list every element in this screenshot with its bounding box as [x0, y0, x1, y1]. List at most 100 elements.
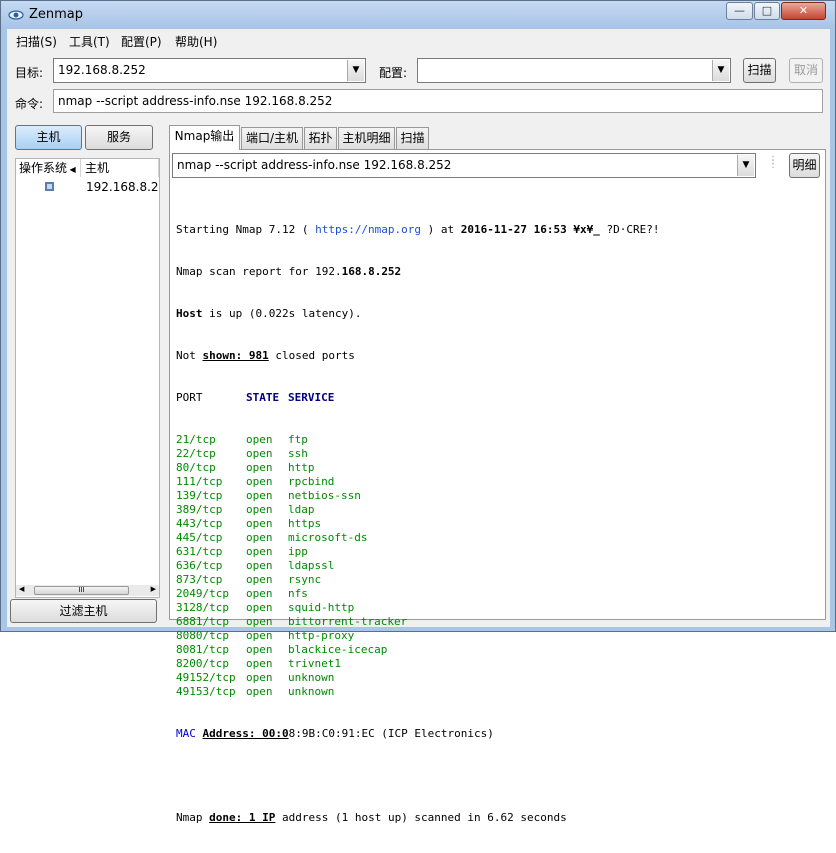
scan-button[interactable]: 扫描 — [743, 58, 776, 83]
port-row: 2049/tcp open nfs — [176, 587, 821, 601]
output-text: Nmap scan report for 192. — [176, 265, 342, 278]
output-text: is up (0.022s latency). — [202, 307, 362, 320]
output-done: done: 1 IP — [209, 811, 276, 824]
port-state: open — [246, 601, 273, 614]
output-shown: shown: 981 — [202, 349, 269, 362]
port-service: squid-http — [288, 601, 355, 614]
scroll-right-icon[interactable]: ▶ — [151, 585, 156, 593]
minimize-button[interactable]: — — [726, 2, 753, 20]
port-list: 21/tcp open ftp 22/tcp open ssh 80/tcp open http… — [176, 433, 821, 699]
port-number: 3128/tcp — [176, 601, 229, 614]
port-row: 8081/tcp open blackice-icecap — [176, 643, 821, 657]
column-os[interactable]: 操作系统 ◀ — [16, 159, 81, 177]
port-state: open — [246, 615, 273, 628]
menu-scan[interactable]: 扫描(S) — [16, 33, 57, 50]
port-row: 389/tcp open ldap — [176, 503, 821, 517]
tab-scans[interactable]: 扫描 — [396, 127, 429, 149]
output-text: Not — [176, 349, 203, 362]
host-row[interactable]: 192.168.8.252 — [16, 178, 159, 196]
tab-ports-hosts[interactable]: 端口/主机 — [241, 127, 303, 149]
client-area: 扫描(S) 工具(T) 配置(P) 帮助(H) 目标: 192.168.8.25… — [7, 29, 830, 824]
profile-combo[interactable]: ▼ — [417, 58, 731, 83]
port-service: unknown — [288, 671, 335, 684]
port-number: 49152/tcp — [176, 671, 236, 684]
port-row: 8200/tcp open trivnet1 — [176, 657, 821, 671]
tab-topology[interactable]: 拓扑 — [304, 127, 337, 149]
output-command-value[interactable]: nmap --script address-info.nse 192.168.8… — [177, 158, 451, 172]
menu-bar: 扫描(S) 工具(T) 配置(P) 帮助(H) — [7, 29, 830, 51]
host-ip: 192.168.8.252 — [86, 180, 159, 194]
menu-tools[interactable]: 工具(T) — [69, 33, 110, 50]
os-unknown-icon — [45, 182, 54, 191]
port-number: 139/tcp — [176, 489, 223, 502]
output-date: 2016-11-27 16:53 ¥x¥_ — [460, 223, 600, 236]
port-number: 8081/tcp — [176, 643, 229, 656]
output-line: MAC Address: 00:08:9B:C0:91:EC (ICP Elec… — [176, 727, 821, 741]
port-service: blackice-icecap — [288, 643, 388, 656]
port-row: 631/tcp open ipp — [176, 545, 821, 559]
maximize-button[interactable]: □ — [754, 2, 780, 20]
port-service: ldap — [288, 503, 315, 516]
port-number: 8200/tcp — [176, 657, 229, 670]
chevron-down-icon[interactable]: ▼ — [737, 155, 754, 176]
output-port-header: PORT STATE SERVICE — [176, 391, 821, 405]
port-row: 22/tcp open ssh — [176, 447, 821, 461]
port-number: 80/tcp — [176, 461, 216, 474]
port-state: open — [246, 587, 273, 600]
target-input[interactable]: 192.168.8.252 — [58, 63, 146, 77]
tab-host-details[interactable]: 主机明细 — [338, 127, 395, 149]
port-state: open — [246, 517, 273, 530]
port-state: open — [246, 629, 273, 642]
sort-arrow-icon: ◀ — [67, 165, 76, 174]
port-row: 873/tcp open rsync — [176, 573, 821, 587]
column-host[interactable]: 主机 — [82, 159, 159, 177]
profile-label: 配置: — [379, 66, 408, 80]
port-state: open — [246, 447, 273, 460]
menu-profile[interactable]: 配置(P) — [121, 33, 162, 50]
port-service: microsoft-ds — [288, 531, 368, 544]
port-service: https — [288, 517, 322, 530]
chevron-down-icon[interactable]: ▼ — [712, 60, 729, 81]
scroll-left-icon[interactable]: ◀ — [19, 585, 24, 593]
scroll-thumb[interactable]: III — [34, 586, 129, 595]
details-button[interactable]: 明细 — [789, 153, 820, 178]
zenmap-window: Zenmap — □ ✕ 扫描(S) 工具(T) 配置(P) 帮助(H) 目标:… — [0, 0, 836, 824]
port-service: rpcbind — [288, 475, 335, 488]
output-text: ) at — [421, 223, 461, 236]
port-service: ldapssl — [288, 559, 335, 572]
header-state: STATE — [246, 391, 280, 404]
output-mac-address: Address: 00:0 — [202, 727, 289, 740]
port-state: open — [246, 573, 273, 586]
nmap-link[interactable]: https://nmap.org — [315, 223, 421, 236]
port-state: open — [246, 503, 273, 516]
close-button[interactable]: ✕ — [781, 2, 826, 20]
menu-help[interactable]: 帮助(H) — [175, 33, 217, 50]
target-label: 目标: — [15, 66, 44, 80]
output-blank — [176, 769, 821, 783]
cancel-button[interactable]: 取消 — [789, 58, 823, 83]
output-text: 8:9B:C0:91:EC (ICP Electronics) — [288, 727, 494, 740]
window-title: Zenmap — [29, 7, 84, 22]
port-row: 139/tcp open netbios-ssn — [176, 489, 821, 503]
port-row: 445/tcp open microsoft-ds — [176, 531, 821, 545]
port-state: open — [246, 489, 273, 502]
port-state: open — [246, 531, 273, 544]
command-field[interactable]: nmap --script address-info.nse 192.168.8… — [53, 89, 823, 113]
filter-hosts-button[interactable]: 过滤主机 — [10, 599, 157, 623]
target-combo[interactable]: 192.168.8.252 ▼ — [53, 58, 366, 83]
tab-nmap-output[interactable]: Nmap输出 — [169, 125, 240, 150]
command-input[interactable]: nmap --script address-info.nse 192.168.8… — [58, 94, 332, 108]
output-command-select[interactable]: nmap --script address-info.nse 192.168.8… — [172, 153, 756, 178]
command-label: 命令: — [15, 97, 44, 111]
port-state: open — [246, 657, 273, 670]
host-list-scrollbar[interactable]: ◀ III ▶ — [16, 585, 159, 596]
output-mac-label: MAC — [176, 727, 203, 740]
port-service: bittorrent-tracker — [288, 615, 408, 628]
port-number: 636/tcp — [176, 559, 223, 572]
services-button[interactable]: 服务 — [85, 125, 153, 150]
port-number: 8080/tcp — [176, 629, 229, 642]
scan-output: Starting Nmap 7.12 ( https://nmap.org ) … — [176, 195, 821, 824]
chevron-down-icon[interactable]: ▼ — [347, 60, 364, 81]
hosts-button[interactable]: 主机 — [15, 125, 82, 150]
output-text: address (1 host up) scanned in 6.62 seco… — [275, 811, 567, 824]
